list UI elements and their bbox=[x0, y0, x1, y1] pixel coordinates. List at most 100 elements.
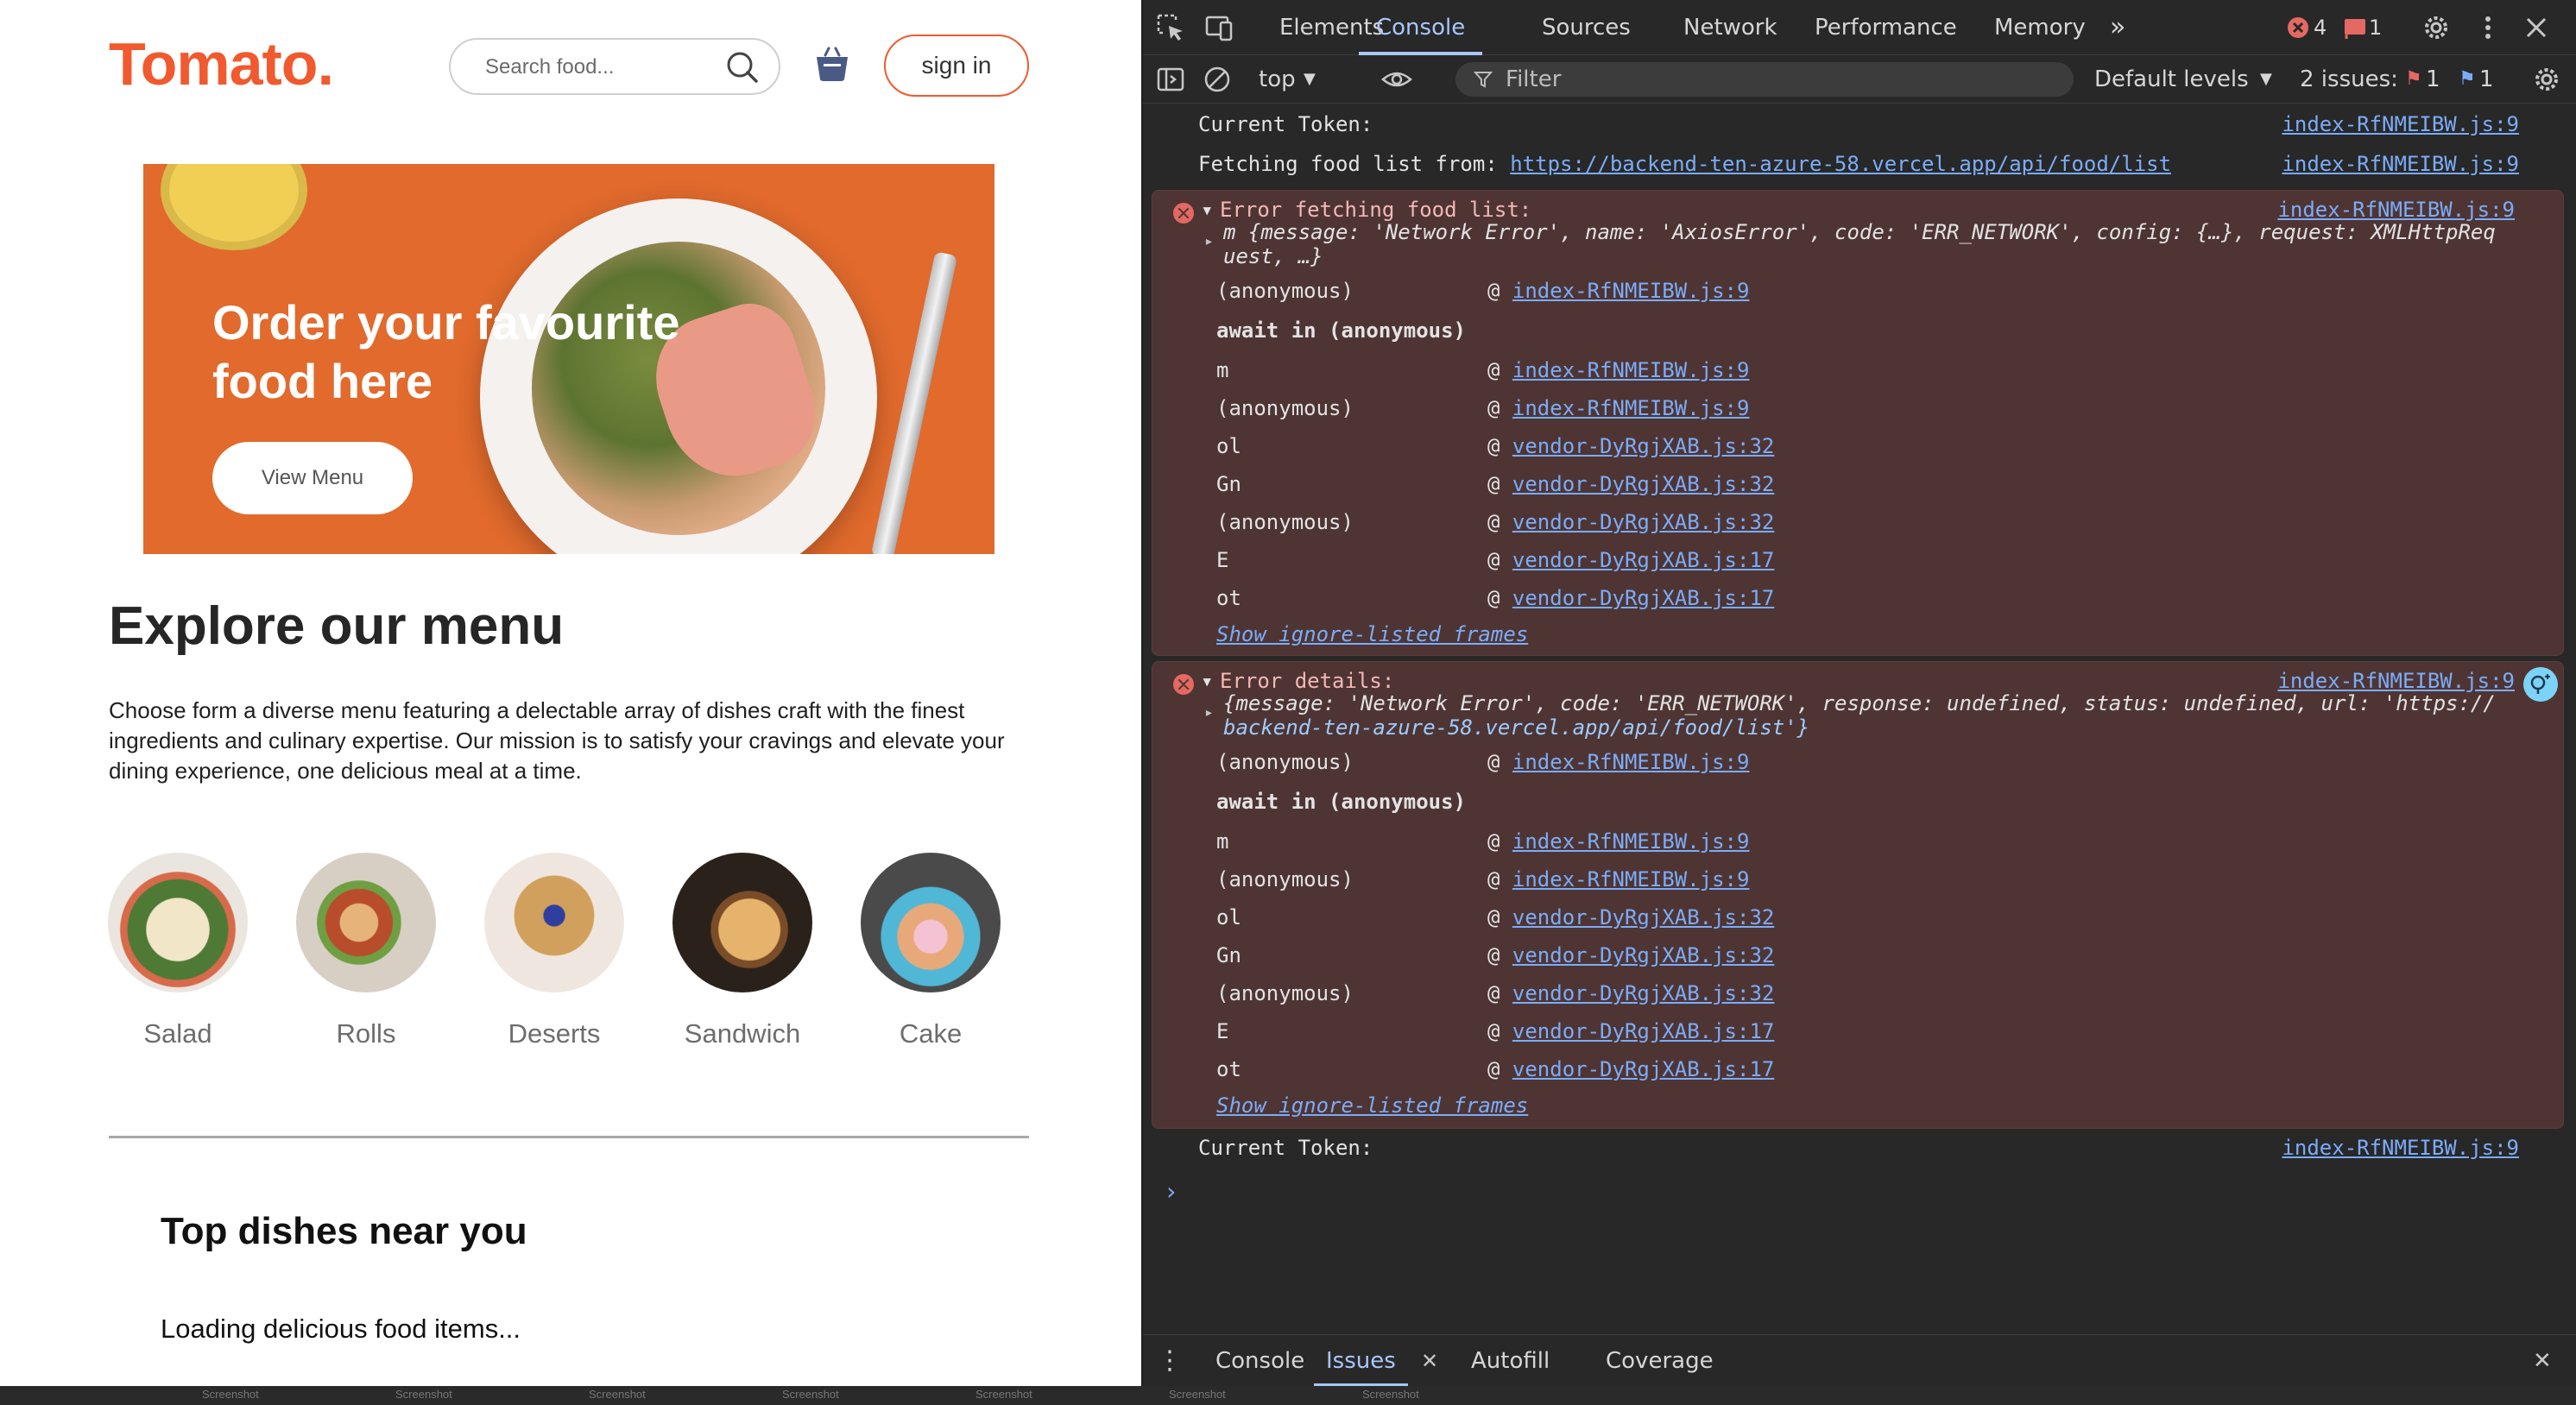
context-selector[interactable]: top bbox=[1259, 55, 1296, 104]
taskbar-thumbnail-label[interactable]: Screenshot bbox=[975, 1388, 1032, 1403]
sidebar-toggle-icon[interactable] bbox=[1155, 64, 1186, 95]
log-url-link[interactable]: https://backend-ten-azure-58.vercel.app/… bbox=[1510, 152, 2171, 176]
object-expand-icon[interactable]: ▸ bbox=[1204, 232, 1214, 250]
close-devtools-icon[interactable] bbox=[2521, 12, 2552, 43]
stack-fn: m bbox=[1216, 358, 1229, 382]
drawer-tab-coverage[interactable]: Coverage bbox=[1606, 1335, 1714, 1386]
object-expand-icon[interactable]: ▸ bbox=[1204, 703, 1214, 721]
error-source-link[interactable]: index-RfNMEIBW.js:9 bbox=[2277, 198, 2515, 222]
close-issues-tab-icon[interactable]: ✕ bbox=[1421, 1335, 1438, 1386]
sign-in-button[interactable]: sign in bbox=[884, 35, 1029, 97]
log-source-link[interactable]: index-RfNMEIBW.js:9 bbox=[2282, 152, 2519, 176]
salad-image[interactable] bbox=[108, 853, 248, 992]
log-source-link[interactable]: index-RfNMEIBW.js:9 bbox=[2282, 112, 2519, 136]
inspect-element-icon[interactable] bbox=[1155, 12, 1186, 43]
menu-item-rolls[interactable]: Rolls bbox=[295, 853, 437, 1049]
issues-info-count[interactable]: 1 bbox=[2479, 55, 2494, 104]
stack-source-link[interactable]: vendor-DyRgjXAB.js:32 bbox=[1512, 510, 1774, 534]
filter-input[interactable]: Filter bbox=[1455, 62, 2074, 97]
show-ignored-frames-link[interactable]: Show ignore-listed frames bbox=[1216, 1093, 1528, 1118]
expand-triangle-icon[interactable]: ▾ bbox=[1201, 198, 1213, 222]
error-object-preview[interactable]: m {message: 'Network Error', name: 'Axio… bbox=[1223, 220, 2496, 244]
loading-text: Loading delicious food items... bbox=[161, 1314, 521, 1344]
issues-error-count[interactable]: 1 bbox=[2426, 55, 2440, 104]
levels-dropdown-icon[interactable]: ▼ bbox=[2260, 55, 2272, 104]
basket-icon[interactable] bbox=[811, 43, 853, 85]
menu-item-deserts[interactable]: Deserts bbox=[483, 853, 625, 1049]
expand-triangle-icon[interactable]: ▾ bbox=[1201, 669, 1213, 693]
error-title[interactable]: Error fetching food list: bbox=[1220, 198, 1531, 222]
search-bar[interactable] bbox=[449, 38, 780, 95]
error-source-link[interactable]: index-RfNMEIBW.js:9 bbox=[2277, 669, 2515, 693]
drawer-tab-autofill[interactable]: Autofill bbox=[1471, 1335, 1550, 1386]
top-dishes-title: Top dishes near you bbox=[161, 1210, 527, 1252]
taskbar-thumbnail-label[interactable]: Screenshot bbox=[1362, 1388, 1419, 1403]
stack-source-link[interactable]: vendor-DyRgjXAB.js:17 bbox=[1512, 586, 1774, 610]
taskbar-thumbnail-label[interactable]: Screenshot bbox=[202, 1388, 259, 1403]
issues-flag-icon[interactable] bbox=[2343, 16, 2367, 40]
tab-network[interactable]: Network bbox=[1683, 0, 1777, 55]
error-icon bbox=[1173, 674, 1194, 695]
log-source-link[interactable]: index-RfNMEIBW.js:9 bbox=[2282, 1136, 2519, 1160]
tab-memory[interactable]: Memory bbox=[1994, 0, 2086, 55]
rolls-image[interactable] bbox=[296, 853, 436, 992]
taskbar-thumbnail-label[interactable]: Screenshot bbox=[1169, 1388, 1226, 1403]
menu-item-salad[interactable]: Salad bbox=[107, 853, 249, 1049]
device-toolbar-icon[interactable] bbox=[1203, 12, 1234, 43]
stack-source-link[interactable]: vendor-DyRgjXAB.js:32 bbox=[1512, 905, 1774, 929]
stack-source-link[interactable]: index-RfNMEIBW.js:9 bbox=[1512, 279, 1750, 303]
taskbar-thumbnail-label[interactable]: Screenshot bbox=[395, 1388, 452, 1403]
error-object-preview[interactable]: {message: 'Network Error', code: 'ERR_NE… bbox=[1223, 691, 2496, 715]
stack-source-link[interactable]: vendor-DyRgjXAB.js:17 bbox=[1512, 1057, 1774, 1081]
stack-source-link[interactable]: vendor-DyRgjXAB.js:32 bbox=[1512, 472, 1774, 496]
menu-item-cake[interactable]: Cake bbox=[860, 853, 1001, 1049]
log-levels-dropdown[interactable]: Default levels bbox=[2094, 55, 2249, 104]
kebab-menu-icon[interactable] bbox=[2472, 12, 2503, 43]
error-object-preview-cont[interactable]: uest, …} bbox=[1223, 244, 1323, 268]
sandwich-image[interactable] bbox=[672, 853, 812, 992]
drawer-tab-console[interactable]: Console bbox=[1215, 1335, 1304, 1386]
tab-console[interactable]: Console bbox=[1359, 0, 1483, 55]
stack-source-link[interactable]: vendor-DyRgjXAB.js:32 bbox=[1512, 981, 1774, 1005]
stack-source-link[interactable]: index-RfNMEIBW.js:9 bbox=[1512, 750, 1750, 774]
stack-source-link[interactable]: index-RfNMEIBW.js:9 bbox=[1512, 829, 1750, 854]
error-object-preview-cont[interactable]: backend-ten-azure-58.vercel.app/api/food… bbox=[1223, 715, 1809, 740]
ai-insight-icon[interactable] bbox=[2522, 665, 2560, 703]
issues-error-flag-icon[interactable]: ⚑ bbox=[2405, 55, 2422, 104]
search-icon[interactable] bbox=[723, 48, 761, 86]
error-count-icon[interactable] bbox=[2286, 16, 2310, 40]
settings-gear-icon[interactable] bbox=[2421, 12, 2452, 43]
drawer-tab-issues[interactable]: Issues bbox=[1314, 1335, 1408, 1386]
stack-source-link[interactable]: index-RfNMEIBW.js:9 bbox=[1512, 358, 1750, 382]
view-menu-button[interactable]: View Menu bbox=[212, 442, 413, 514]
error-count[interactable]: 4 bbox=[2314, 0, 2327, 55]
stack-source-link[interactable]: vendor-DyRgjXAB.js:32 bbox=[1512, 434, 1774, 458]
menu-item-sandwich[interactable]: Sandwich bbox=[672, 853, 813, 1049]
issue-badge-count[interactable]: 1 bbox=[2369, 0, 2382, 55]
stack-source-link[interactable]: index-RfNMEIBW.js:9 bbox=[1512, 867, 1750, 892]
live-expression-eye-icon[interactable] bbox=[1381, 64, 1412, 95]
issues-info-flag-icon[interactable]: ⚑ bbox=[2459, 55, 2476, 104]
stack-source-link[interactable]: vendor-DyRgjXAB.js:32 bbox=[1512, 943, 1774, 967]
stack-source-link[interactable]: index-RfNMEIBW.js:9 bbox=[1512, 396, 1750, 420]
issues-label[interactable]: 2 issues: bbox=[2300, 55, 2398, 104]
more-tabs-icon[interactable]: » bbox=[2110, 0, 2125, 55]
stack-source-link[interactable]: vendor-DyRgjXAB.js:17 bbox=[1512, 1019, 1774, 1043]
taskbar-thumbnail-label[interactable]: Screenshot bbox=[589, 1388, 646, 1403]
error-title[interactable]: Error details: bbox=[1220, 669, 1394, 693]
deserts-image[interactable] bbox=[484, 853, 624, 992]
close-drawer-icon[interactable]: ✕ bbox=[2533, 1335, 2552, 1386]
clear-console-icon[interactable] bbox=[1202, 64, 1233, 95]
filter-funnel-icon bbox=[1473, 72, 1493, 88]
taskbar-thumbnail-label[interactable]: Screenshot bbox=[782, 1388, 839, 1403]
context-dropdown-icon[interactable]: ▼ bbox=[1304, 55, 1316, 104]
search-input[interactable] bbox=[485, 52, 718, 83]
show-ignored-frames-link[interactable]: Show ignore-listed frames bbox=[1216, 622, 1528, 646]
stack-source-link[interactable]: vendor-DyRgjXAB.js:17 bbox=[1512, 548, 1774, 572]
tab-performance[interactable]: Performance bbox=[1815, 0, 1957, 55]
console-settings-gear-icon[interactable] bbox=[2531, 64, 2562, 95]
site-logo[interactable]: Tomato. bbox=[109, 29, 334, 98]
cake-image[interactable] bbox=[861, 853, 1001, 992]
tab-sources[interactable]: Sources bbox=[1542, 0, 1631, 55]
drawer-menu-icon[interactable]: ⋮ bbox=[1157, 1335, 1183, 1386]
